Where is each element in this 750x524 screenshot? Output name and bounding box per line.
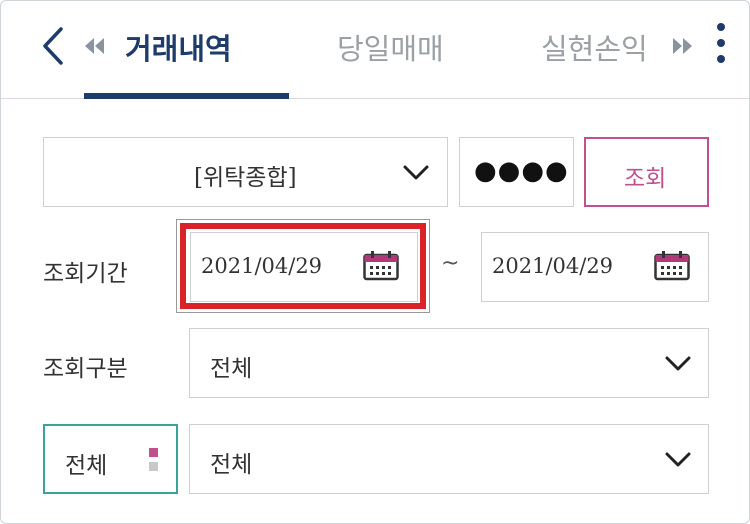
query-type-label: 조회구분	[43, 356, 128, 382]
filter-toggle[interactable]: 전체	[43, 424, 178, 494]
account-type-select[interactable]: [위탁종합]	[43, 137, 448, 207]
password-field[interactable]: ●●●●	[459, 137, 574, 207]
double-arrow-right-icon	[673, 38, 692, 54]
double-arrow-left-icon	[85, 38, 104, 54]
tab-scroll-left-button[interactable]	[81, 31, 109, 61]
calendar-icon[interactable]	[363, 251, 399, 281]
gray-square-icon	[149, 462, 158, 471]
date-range-separator: ~	[441, 251, 460, 276]
chevron-down-icon	[403, 165, 429, 180]
query-type-value: 전체	[210, 356, 253, 382]
filter-select-value: 전체	[210, 452, 253, 478]
kebab-dot-icon	[717, 55, 725, 63]
back-button[interactable]	[33, 21, 73, 71]
filter-toggle-value: 전체	[65, 453, 108, 479]
end-date-field[interactable]: 2021/04/29	[481, 232, 709, 302]
chevron-left-icon	[43, 27, 63, 65]
filter-select[interactable]: 전체	[189, 424, 709, 494]
end-date-value: 2021/04/29	[492, 254, 614, 278]
more-menu-button[interactable]	[705, 15, 737, 71]
tab-header: 거래내역 당일매매 실현손익	[1, 1, 749, 99]
pink-square-icon	[149, 448, 158, 457]
kebab-dot-icon	[717, 39, 725, 47]
chevron-down-icon	[665, 452, 691, 467]
tab-realized-pnl[interactable]: 실현손익	[541, 29, 648, 69]
active-tab-indicator	[84, 93, 289, 99]
query-type-select[interactable]: 전체	[189, 328, 709, 398]
kebab-dot-icon	[717, 23, 725, 31]
tab-transaction-history[interactable]: 거래내역	[125, 29, 232, 69]
tab-scroll-right-button[interactable]	[669, 31, 697, 61]
tab-daily-trades[interactable]: 당일매매	[337, 29, 444, 69]
search-button[interactable]: 조회	[584, 137, 709, 207]
screen-frame: 거래내역 당일매매 실현손익 [위탁종합] ●●●● 조회 조회기간 2021/…	[0, 0, 750, 524]
period-label: 조회기간	[43, 261, 128, 287]
password-mask: ●●●●	[474, 156, 569, 186]
account-type-value: [위탁종합]	[194, 165, 297, 191]
search-button-label: 조회	[624, 166, 667, 192]
chevron-down-icon	[665, 356, 691, 371]
start-date-field[interactable]: 2021/04/29	[190, 232, 418, 302]
start-date-value: 2021/04/29	[201, 254, 323, 278]
calendar-icon[interactable]	[654, 251, 690, 281]
